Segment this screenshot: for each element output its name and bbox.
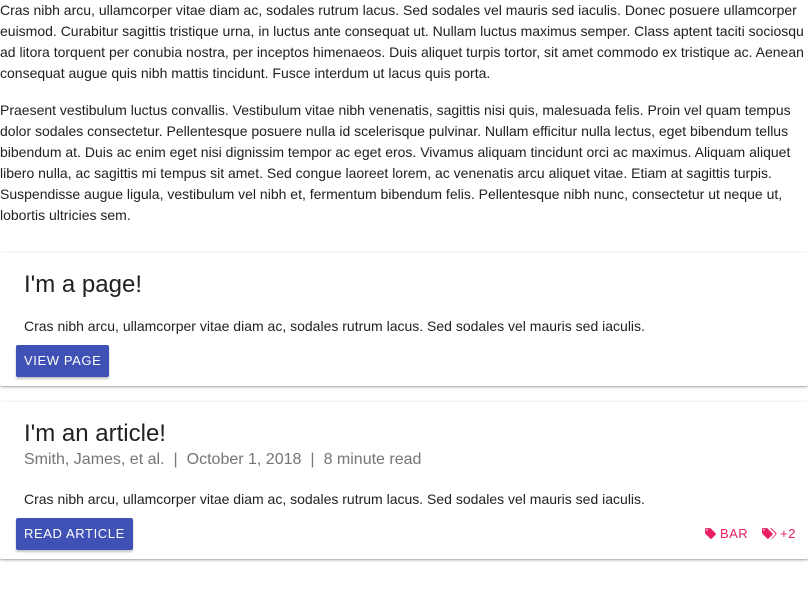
intro-paragraph-1: Cras nibh arcu, ullamcorper vitae diam a… — [0, 2, 804, 81]
tag-count: +2 — [780, 526, 796, 541]
tag-label: BAR — [719, 526, 749, 541]
tag-bar[interactable]: BAR — [704, 526, 748, 541]
page-card: I'm a page! Cras nibh arcu, ullamcorper … — [0, 253, 808, 386]
tag-more[interactable]: +2 — [762, 526, 796, 541]
tag-icon — [705, 528, 716, 539]
view-page-button[interactable]: View page — [16, 345, 110, 377]
read-article-button[interactable]: Read article — [16, 518, 133, 550]
article-tags: BAR +2 — [704, 526, 796, 541]
article-read-time: 8 minute read — [323, 451, 422, 468]
page-card-title: I'm a page! — [24, 271, 142, 298]
article-card-title: I'm an article! — [24, 420, 166, 447]
page-card-excerpt: Cras nibh arcu, ullamcorper vitae diam a… — [24, 318, 645, 334]
meta-separator: | — [310, 451, 315, 468]
meta-separator: | — [173, 451, 178, 468]
intro-section: Cras nibh arcu, ullamcorper vitae diam a… — [0, 0, 808, 226]
article-meta: Smith, James, et al. | October 1, 2018 | 8 m… — [24, 450, 421, 470]
card-list: I'm a page! Cras nibh arcu, ullamcorper … — [0, 253, 808, 559]
tags-icon — [762, 528, 777, 539]
article-date: October 1, 2018 — [186, 451, 302, 468]
article-card-excerpt: Cras nibh arcu, ullamcorper vitae diam a… — [24, 491, 645, 507]
article-authors: Smith, James, et al. — [24, 451, 165, 468]
intro-paragraph-2: Praesent vestibulum luctus convallis. Ve… — [0, 102, 791, 223]
article-card: I'm an article! Smith, James, et al. | Oct… — [0, 402, 808, 559]
